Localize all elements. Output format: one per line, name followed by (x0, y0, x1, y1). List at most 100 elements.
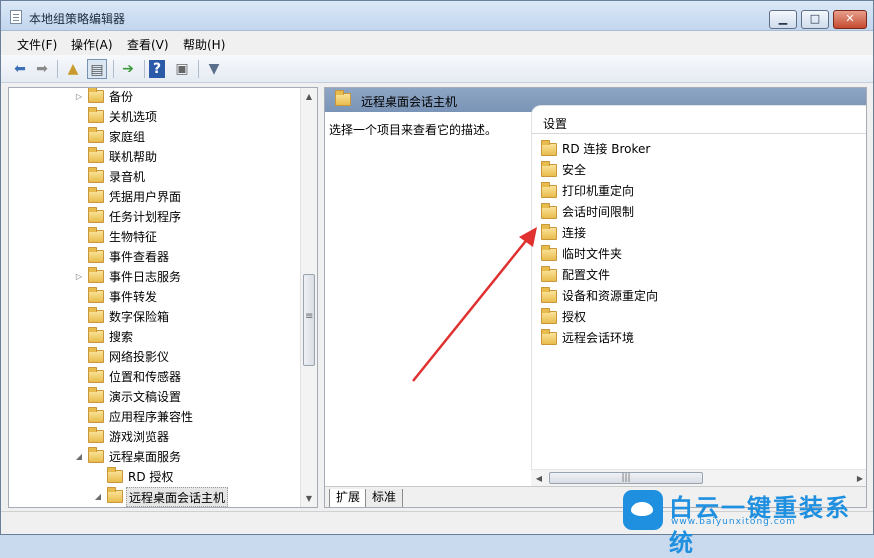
tree-item[interactable]: 生物特征 (88, 227, 288, 247)
watermark: 白云一键重装系统 www.baiyunxitong.com (621, 487, 871, 557)
tree-item-remote-desktop-services[interactable]: ◢ 远程桌面服务 (74, 447, 294, 467)
folder-icon (88, 88, 104, 103)
folder-icon (88, 207, 104, 223)
folder-icon (541, 308, 557, 324)
folder-icon (335, 90, 351, 106)
collapse-arrow-icon[interactable]: ◢ (93, 487, 103, 507)
tree-item[interactable]: 演示文稿设置 (88, 387, 288, 407)
list-item-label: RD 连接 Broker (562, 142, 651, 156)
toolbar-separator (144, 60, 145, 78)
folder-icon (107, 467, 123, 483)
folder-icon (88, 127, 104, 143)
list-horizontal-scrollbar[interactable]: ◀ ||| ▶ (531, 469, 866, 487)
tree-item-label: 事件查看器 (109, 250, 170, 264)
tree-vertical-scrollbar[interactable]: ▲ ▼ (300, 88, 317, 507)
folder-icon (88, 327, 104, 343)
folder-icon (88, 247, 104, 263)
tree-item[interactable]: 任务计划程序 (88, 207, 288, 227)
collapse-arrow-icon[interactable]: ◢ (74, 447, 84, 467)
scroll-left-icon[interactable]: ◀ (531, 470, 547, 487)
list-item-label: 打印机重定向 (562, 184, 635, 198)
expand-arrow-icon[interactable]: ▷ (74, 88, 84, 107)
folder-icon (541, 203, 557, 219)
tree-item-label: 搜索 (109, 330, 134, 344)
tree-item[interactable]: 搜索 (88, 327, 288, 347)
scroll-thumb[interactable]: ||| (549, 472, 703, 484)
tree-item[interactable]: 关机选项 (88, 107, 288, 127)
tab-standard[interactable]: 标准 (365, 489, 404, 507)
tree-item[interactable]: 家庭组 (88, 127, 288, 147)
tree-item-rd-licensing[interactable]: RD 授权 (107, 467, 287, 487)
folder-icon (541, 245, 557, 261)
filter-icon[interactable]: ▼ (204, 59, 224, 79)
close-button[interactable]: ✕ (833, 10, 867, 29)
menu-file[interactable]: 文件(F) (17, 36, 57, 53)
tree-item[interactable]: 应用程序兼容性 (88, 407, 288, 427)
scroll-up-icon[interactable]: ▲ (301, 88, 317, 105)
tree-item-label: 任务计划程序 (109, 210, 182, 224)
tree-item[interactable]: 位置和传感器 (88, 367, 288, 387)
menu-action[interactable]: 操作(A) (71, 36, 113, 53)
scroll-down-icon[interactable]: ▼ (301, 490, 317, 507)
tree-item-label: 数字保险箱 (109, 310, 170, 324)
tree-item[interactable]: ▷ 事件日志服务 (74, 267, 294, 287)
tree-item-rd-session-host[interactable]: ◢ 远程桌面会话主机 (93, 487, 293, 507)
back-arrow-icon[interactable]: ⬅ (10, 59, 30, 79)
tree-item[interactable]: 凭据用户界面 (88, 187, 288, 207)
toolbar-separator (113, 60, 114, 78)
toolbar-separator (57, 60, 58, 78)
show-tree-icon[interactable]: ▤ (87, 59, 107, 79)
tree-pane: ▷ 备份 关机选项 家庭组 联机帮助 录音机 凭据用户界面 任务计划程序 生物特… (8, 87, 318, 508)
tree-item[interactable]: 录音机 (88, 167, 288, 187)
scroll-right-icon[interactable]: ▶ (852, 470, 866, 487)
menu-view[interactable]: 查看(V) (127, 36, 169, 53)
description-text: 选择一个项目来查看它的描述。 (329, 123, 498, 137)
folder-icon (88, 447, 104, 463)
maximize-button[interactable]: □ (801, 10, 829, 29)
column-header-settings[interactable]: 设置 (532, 114, 866, 134)
folder-icon (88, 427, 104, 443)
folder-icon (88, 307, 104, 323)
expand-arrow-icon[interactable]: ▷ (74, 267, 84, 287)
tree-item[interactable]: 事件转发 (88, 287, 288, 307)
tree-item-label: 生物特征 (109, 230, 158, 244)
watermark-url: www.baiyunxitong.com (671, 517, 796, 527)
scroll-thumb[interactable] (303, 274, 315, 366)
folder-icon (88, 227, 104, 243)
tree-item-label: RD 授权 (128, 470, 174, 484)
tree-item-label: 远程桌面会话主机 (126, 487, 229, 507)
list-item-label: 授权 (562, 310, 587, 324)
forward-arrow-icon[interactable]: ➡ (32, 59, 52, 79)
folder-icon (541, 266, 557, 282)
list-item-label: 安全 (562, 163, 587, 177)
list-item-label: 连接 (562, 226, 587, 240)
minimize-button[interactable]: ▁ (769, 10, 797, 29)
help-icon[interactable]: ? (149, 60, 165, 78)
tree-item-backup[interactable]: ▷ 备份 (74, 88, 294, 107)
tree-item-label: 关机选项 (109, 110, 158, 124)
tree-item-label: 事件转发 (109, 290, 158, 304)
tree-item[interactable]: 联机帮助 (88, 147, 288, 167)
list-item-label: 会话时间限制 (562, 205, 635, 219)
settings-list: 设置 RD 连接 Broker 安全 打印机重定向 会话时间限制 连接 临时文件… (531, 105, 866, 507)
up-folder-icon[interactable]: ▲ (63, 59, 83, 79)
folder-icon (541, 224, 557, 240)
folder-icon (541, 140, 557, 156)
export-list-icon[interactable]: ➔ (118, 59, 138, 79)
tree-item[interactable]: 网络投影仪 (88, 347, 288, 367)
tree-item-label: 联机帮助 (109, 150, 158, 164)
window-title: 本地组策略编辑器 (29, 12, 126, 26)
list-item-label: 临时文件夹 (562, 247, 623, 261)
menu-help[interactable]: 帮助(H) (183, 36, 225, 53)
tree-item[interactable]: 数字保险箱 (88, 307, 288, 327)
folder-icon (88, 347, 104, 363)
tree-item-label: 录音机 (109, 170, 146, 184)
properties-icon[interactable]: ▣ (172, 59, 192, 79)
tree-item-label: 凭据用户界面 (109, 190, 182, 204)
tree-item[interactable]: 游戏浏览器 (88, 427, 288, 447)
folder-icon (88, 167, 104, 183)
tab-extended[interactable]: 扩展 (329, 489, 368, 507)
tree-item[interactable]: 事件查看器 (88, 247, 288, 267)
title-bar: 本地组策略编辑器 ▁ □ ✕ (1, 1, 873, 31)
folder-icon (541, 161, 557, 177)
